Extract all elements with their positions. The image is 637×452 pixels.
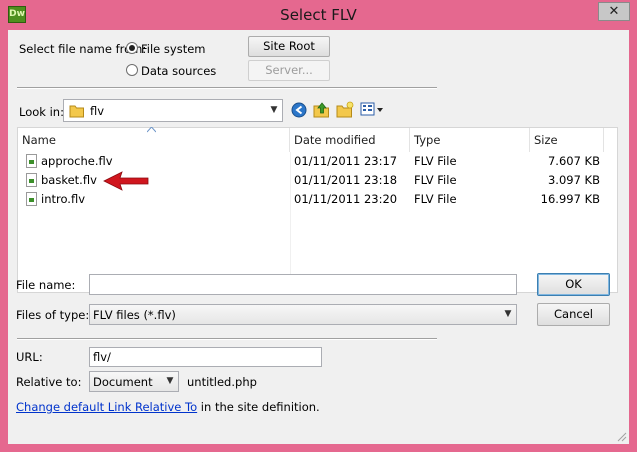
radio-selected-dot bbox=[129, 45, 135, 51]
url-input[interactable]: flv/ bbox=[89, 347, 322, 367]
file-type: FLV File bbox=[414, 173, 457, 187]
file-type: FLV File bbox=[414, 192, 457, 206]
file-name: basket.flv bbox=[41, 173, 97, 187]
file-name: intro.flv bbox=[41, 192, 86, 206]
look-in-value: flv bbox=[90, 104, 105, 118]
dialog-body: Select file name from: File system Data … bbox=[8, 30, 629, 444]
sort-ascending-icon bbox=[147, 127, 156, 133]
flv-file-icon bbox=[26, 192, 37, 206]
footer-rest-text: in the site definition. bbox=[197, 400, 320, 414]
flv-file-icon bbox=[26, 173, 37, 187]
file-list[interactable]: Name Date modified Type Size approche.fl… bbox=[17, 127, 618, 293]
file-date: 01/11/2011 23:17 bbox=[294, 154, 398, 168]
flv-file-icon bbox=[26, 154, 37, 168]
file-name-label: File name: bbox=[16, 278, 76, 292]
file-row[interactable]: approche.flv 01/11/2011 23:17 FLV File 7… bbox=[18, 152, 618, 171]
data-sources-radio[interactable] bbox=[126, 64, 138, 76]
column-header-date[interactable]: Date modified bbox=[290, 128, 410, 152]
files-of-type-value: FLV files (*.flv) bbox=[93, 308, 176, 322]
look-in-combo[interactable]: flv ▼ bbox=[63, 99, 283, 122]
resize-grip-icon[interactable] bbox=[615, 430, 627, 442]
view-menu-icon[interactable] bbox=[360, 101, 386, 118]
site-root-button[interactable]: Site Root bbox=[248, 36, 330, 57]
back-icon[interactable] bbox=[291, 102, 307, 118]
chevron-down-icon[interactable]: ▼ bbox=[162, 372, 178, 391]
dialog-title: Select FLV bbox=[280, 6, 357, 24]
files-of-type-label: Files of type: bbox=[16, 308, 90, 322]
separator bbox=[17, 87, 437, 89]
file-system-label[interactable]: File system bbox=[141, 42, 205, 56]
column-header-size[interactable]: Size bbox=[530, 128, 604, 152]
file-name-input[interactable] bbox=[89, 274, 517, 295]
close-button[interactable]: ✕ bbox=[598, 2, 630, 21]
relative-file-name: untitled.php bbox=[187, 375, 257, 389]
folder-icon bbox=[69, 105, 84, 118]
dialog-window: Dw Select FLV ✕ Select file name from: F… bbox=[0, 0, 637, 452]
chevron-down-icon[interactable]: ▼ bbox=[500, 305, 516, 324]
column-header-type[interactable]: Type bbox=[410, 128, 530, 152]
file-date: 01/11/2011 23:20 bbox=[294, 192, 398, 206]
look-in-label: Look in: bbox=[19, 105, 64, 119]
url-label: URL: bbox=[16, 350, 43, 364]
file-date: 01/11/2011 23:18 bbox=[294, 173, 398, 187]
relative-to-select[interactable]: Document ▼ bbox=[89, 371, 179, 392]
relative-to-value: Document bbox=[93, 375, 153, 389]
file-size: 16.997 KB bbox=[540, 192, 600, 206]
file-row[interactable]: intro.flv 01/11/2011 23:20 FLV File 16.9… bbox=[18, 190, 618, 209]
data-sources-label[interactable]: Data sources bbox=[141, 64, 216, 78]
up-folder-icon[interactable] bbox=[313, 101, 330, 118]
file-system-radio[interactable] bbox=[126, 42, 138, 54]
new-folder-icon[interactable] bbox=[336, 101, 354, 118]
cancel-button[interactable]: Cancel bbox=[537, 303, 610, 326]
file-size: 3.097 KB bbox=[547, 173, 600, 187]
red-arrow-icon bbox=[103, 171, 149, 191]
title-bar[interactable]: Dw Select FLV ✕ bbox=[0, 0, 637, 30]
separator bbox=[17, 338, 437, 340]
chevron-down-icon[interactable]: ▼ bbox=[266, 100, 282, 121]
ok-button[interactable]: OK bbox=[537, 273, 610, 296]
files-of-type-select[interactable]: FLV files (*.flv) ▼ bbox=[89, 304, 517, 325]
file-type: FLV File bbox=[414, 154, 457, 168]
relative-to-label: Relative to: bbox=[16, 375, 82, 389]
file-size: 7.607 KB bbox=[547, 154, 600, 168]
footer-text: Change default Link Relative To in the s… bbox=[16, 400, 320, 414]
change-relative-link[interactable]: Change default Link Relative To bbox=[16, 400, 197, 414]
file-name: approche.flv bbox=[41, 154, 113, 168]
server-button[interactable]: Server... bbox=[248, 60, 330, 81]
